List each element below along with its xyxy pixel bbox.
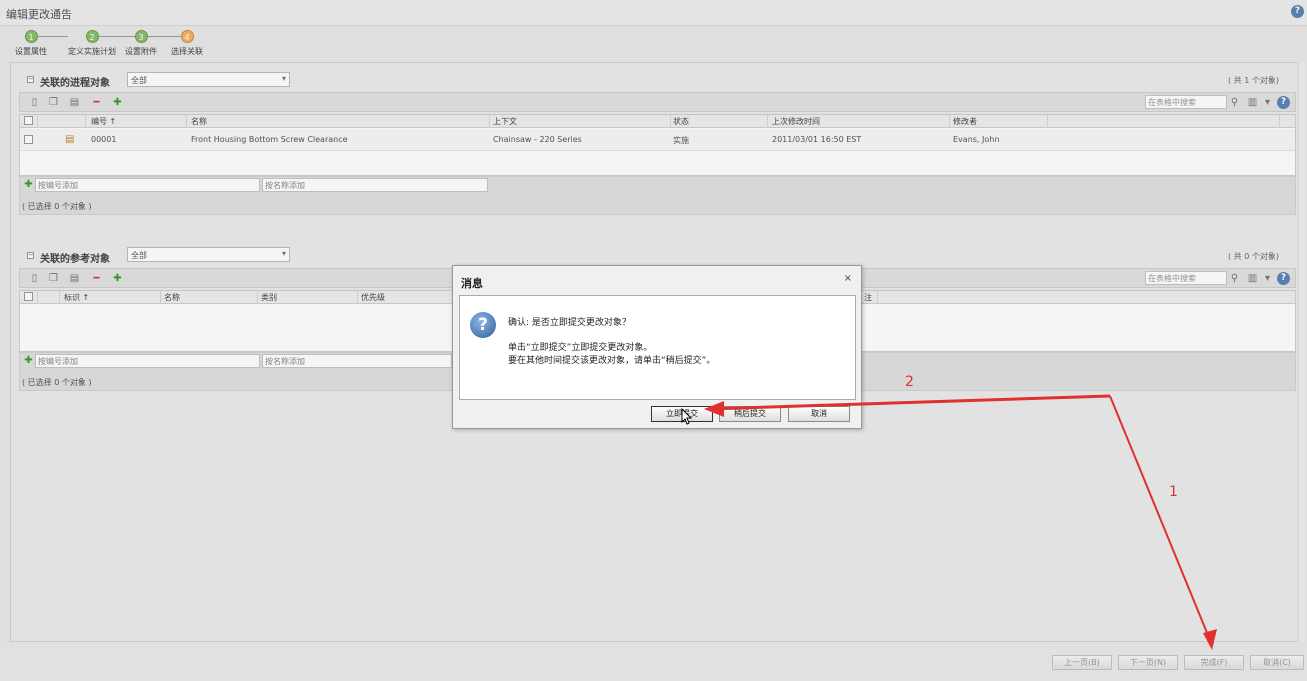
- annotation-arrows: [704, 394, 1217, 650]
- arrow-2-head: [704, 401, 724, 417]
- annotation-label-1: 1: [1169, 484, 1178, 500]
- arrow-1-line: [1109, 395, 1213, 646]
- arrow-1-head: [1203, 629, 1217, 650]
- annotation-label-2: 2: [905, 374, 914, 390]
- mouse-cursor-icon: [681, 408, 693, 425]
- arrow-2-line: [709, 394, 1111, 411]
